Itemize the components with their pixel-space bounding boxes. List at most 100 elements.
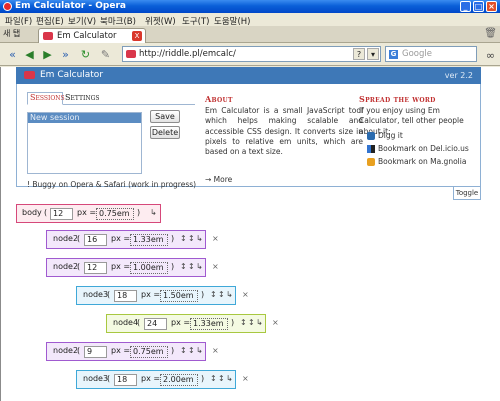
- remove-node-icon[interactable]: ×: [212, 262, 219, 271]
- digg-icon: [367, 132, 375, 140]
- px-equals-label: px =: [141, 290, 161, 299]
- minimize-button[interactable]: _: [460, 1, 471, 12]
- paren-open: (: [77, 262, 81, 271]
- move-icon[interactable]: ↕: [248, 318, 255, 327]
- sibling-icon[interactable]: ↕: [180, 234, 187, 243]
- px-equals-label: px =: [111, 346, 131, 355]
- digg-link[interactable]: Digg it: [367, 131, 403, 140]
- em-value[interactable]: 0.75em: [96, 208, 134, 220]
- px-input[interactable]: 12: [84, 262, 107, 274]
- sibling-icon[interactable]: ↕: [210, 290, 217, 299]
- glasses-icon[interactable]: ∞: [486, 49, 495, 62]
- remove-node-icon[interactable]: ×: [242, 290, 249, 299]
- session-list[interactable]: New session: [27, 112, 142, 174]
- em-value[interactable]: 1.50em: [160, 290, 198, 302]
- move-icon[interactable]: ↕: [218, 374, 225, 383]
- address-dropdown-icon[interactable]: ▾: [367, 48, 379, 60]
- sibling-icon[interactable]: ↕: [210, 374, 217, 383]
- px-input[interactable]: 18: [114, 374, 137, 386]
- sibling-icon[interactable]: ↕: [180, 262, 187, 271]
- px-equals-label: px =: [77, 208, 97, 217]
- save-button[interactable]: Save: [150, 110, 180, 123]
- paren-close: ): [171, 346, 175, 355]
- app-title: Em Calculator: [40, 70, 104, 80]
- paren-close: ): [137, 208, 141, 217]
- reload-icon[interactable]: ↻: [78, 47, 93, 62]
- add-child-icon[interactable]: ↳: [196, 234, 203, 243]
- paren-close: ): [201, 290, 205, 299]
- help-icon[interactable]: ?: [353, 48, 365, 60]
- tab-sessions[interactable]: Sessions: [27, 92, 65, 105]
- em-value[interactable]: 1.33em: [190, 318, 228, 330]
- delete-button[interactable]: Delete: [150, 126, 180, 139]
- window-titlebar: Em Calculator - Opera _ □ ×: [0, 0, 500, 13]
- em-value[interactable]: 2.00em: [160, 374, 198, 386]
- address-field[interactable]: http://riddle.pl/emcalc/ ? ▾: [122, 46, 381, 62]
- remove-node-icon[interactable]: ×: [212, 346, 219, 355]
- px-input[interactable]: 9: [84, 346, 107, 358]
- back-arrow-icon[interactable]: ◀: [22, 47, 37, 62]
- add-child-icon[interactable]: ↳: [256, 318, 263, 327]
- paren-close: ): [171, 234, 175, 243]
- node-row-node3: node3(18 px = 1.50em) ↕ ↕ ↳: [76, 286, 236, 305]
- paren-open: (: [77, 346, 81, 355]
- move-icon[interactable]: ↕: [218, 290, 225, 299]
- about-title: About: [205, 94, 233, 104]
- em-value[interactable]: 0.75em: [130, 346, 168, 358]
- move-icon[interactable]: ↕: [188, 234, 195, 243]
- session-tabs: Sessions Settings: [27, 92, 195, 105]
- em-value[interactable]: 1.33em: [130, 234, 168, 246]
- page-favicon-icon: [43, 32, 53, 40]
- page-content: Em Calculator ver 2.2 Sessions Settings …: [0, 67, 500, 401]
- tab-settings[interactable]: Settings: [65, 93, 100, 102]
- add-child-icon[interactable]: ↳: [226, 374, 233, 383]
- session-item[interactable]: New session: [28, 113, 141, 123]
- window-title: Em Calculator - Opera: [15, 1, 126, 11]
- px-input[interactable]: 24: [144, 318, 167, 330]
- trash-icon[interactable]: 🗑: [484, 28, 497, 39]
- toggle-button[interactable]: Toggle: [453, 187, 481, 200]
- url-text: http://riddle.pl/emcalc/: [139, 49, 236, 59]
- px-equals-label: px =: [111, 234, 131, 243]
- edit-site-prefs-icon[interactable]: ✎: [98, 47, 113, 62]
- node-name: node3: [83, 290, 109, 299]
- spread-title: Spread the word: [359, 94, 436, 104]
- move-icon[interactable]: ↕: [188, 346, 195, 355]
- menu-bar: 파일(F) 편집(E) 보기(V) 북마크(B) 위젯(W) 도구(T) 도움말…: [0, 13, 500, 27]
- px-equals-label: px =: [111, 262, 131, 271]
- em-value[interactable]: 1.00em: [130, 262, 168, 274]
- px-equals-label: px =: [171, 318, 191, 327]
- add-child-icon[interactable]: ↳: [150, 208, 157, 217]
- magnolia-link[interactable]: Bookmark on Ma.gnolia: [367, 157, 466, 166]
- fast-forward-icon[interactable]: »: [58, 47, 73, 62]
- more-link[interactable]: → More: [205, 175, 232, 184]
- px-input[interactable]: 18: [114, 290, 137, 302]
- px-input[interactable]: 12: [50, 208, 73, 220]
- maximize-button[interactable]: □: [473, 1, 484, 12]
- move-icon[interactable]: ↕: [188, 262, 195, 271]
- warning-text: ! Buggy on Opera & Safari (work in progr…: [27, 180, 197, 189]
- close-window-button[interactable]: ×: [486, 1, 497, 12]
- search-field[interactable]: G Google: [385, 46, 477, 62]
- node-row-node2: node2(16 px = 1.33em) ↕ ↕ ↳: [46, 230, 206, 249]
- delicious-link[interactable]: Bookmark on Del.icio.us: [367, 144, 469, 153]
- px-equals-label: px =: [141, 374, 161, 383]
- magnolia-label: Bookmark on Ma.gnolia: [378, 157, 467, 166]
- add-child-icon[interactable]: ↳: [196, 262, 203, 271]
- add-child-icon[interactable]: ↳: [196, 346, 203, 355]
- remove-node-icon[interactable]: ×: [272, 318, 279, 327]
- paren-open: (: [44, 208, 48, 217]
- remove-node-icon[interactable]: ×: [242, 374, 249, 383]
- forward-arrow-icon[interactable]: ▶: [40, 47, 55, 62]
- add-child-icon[interactable]: ↳: [226, 290, 233, 299]
- sibling-icon[interactable]: ↕: [240, 318, 247, 327]
- sibling-icon[interactable]: ↕: [180, 346, 187, 355]
- node-row-node2: node2(9 px = 0.75em) ↕ ↕ ↳: [46, 342, 206, 361]
- new-tab-button[interactable]: 새 탭: [3, 28, 20, 39]
- tab-em-calculator[interactable]: Em Calculator X: [38, 28, 146, 43]
- remove-node-icon[interactable]: ×: [212, 234, 219, 243]
- close-tab-icon[interactable]: X: [132, 31, 142, 41]
- rewind-icon[interactable]: «: [5, 47, 20, 62]
- px-input[interactable]: 16: [84, 234, 107, 246]
- magnolia-icon: [367, 158, 375, 166]
